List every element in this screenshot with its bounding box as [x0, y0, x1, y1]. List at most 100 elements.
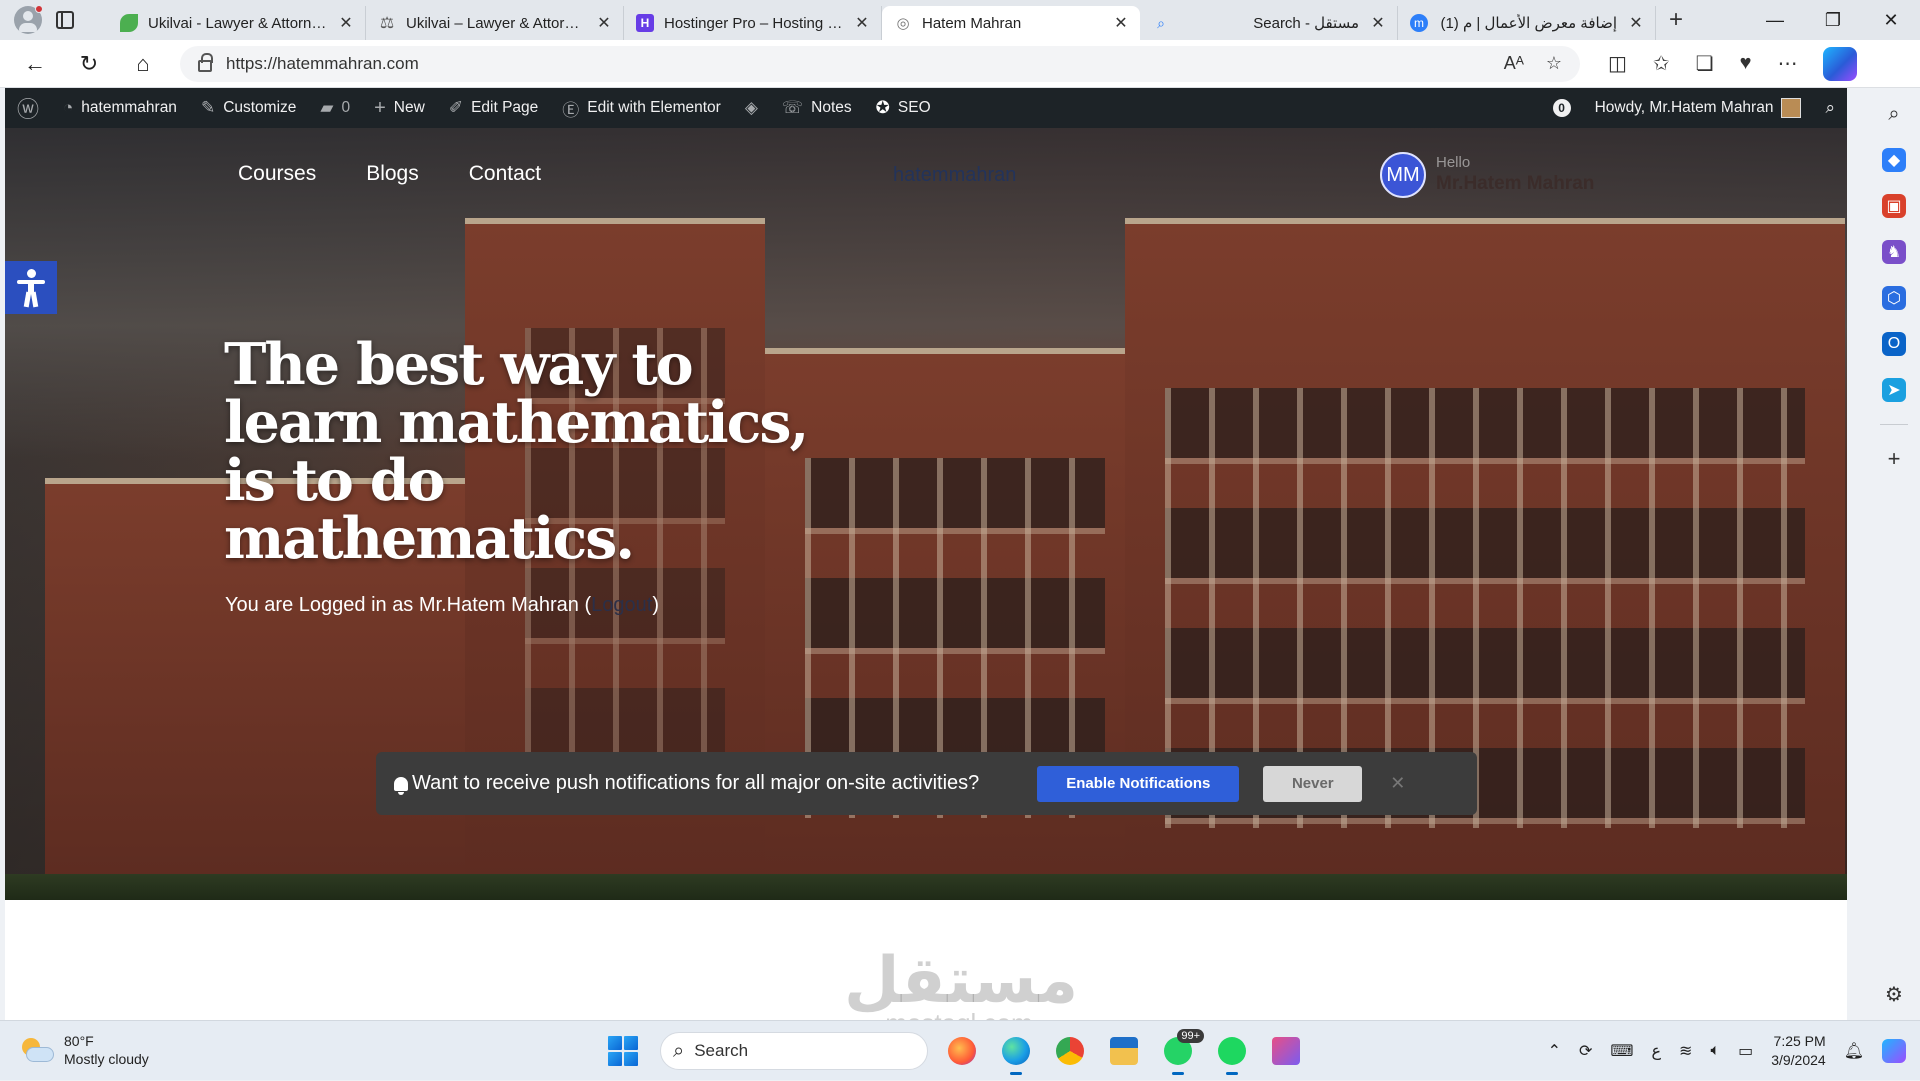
url-field[interactable]: https://hatemmahran.com Aᴬ ☆: [180, 45, 1580, 82]
home-button[interactable]: ⌂: [122, 46, 164, 82]
battery-icon[interactable]: ▭: [1738, 1041, 1753, 1061]
close-icon[interactable]: ✕: [1369, 13, 1387, 33]
taskbar-search[interactable]: ⌕ Search: [660, 1032, 928, 1070]
copilot-taskbar-icon[interactable]: [1882, 1039, 1906, 1063]
profile-icon[interactable]: [14, 5, 43, 34]
tools-icon[interactable]: ▣: [1882, 194, 1906, 218]
hostinger-icon: H: [636, 14, 654, 32]
admin-search-button[interactable]: ⌕: [1813, 88, 1847, 128]
favorites-icon[interactable]: ✩: [1653, 51, 1670, 76]
ime-indicator[interactable]: ع: [1652, 1041, 1662, 1061]
browser-essentials-icon[interactable]: ♥: [1740, 52, 1752, 75]
site-brand[interactable]: hatemmahran: [893, 164, 1016, 187]
search-icon[interactable]: ⌕: [1882, 102, 1906, 126]
start-icon[interactable]: [608, 1036, 638, 1066]
close-icon[interactable]: ✕: [1112, 13, 1130, 33]
weather-temp: 80°F: [64, 1033, 94, 1049]
nav-courses[interactable]: Courses: [238, 162, 316, 186]
spotify-icon[interactable]: [1212, 1031, 1252, 1075]
file-explorer-icon[interactable]: [1104, 1031, 1144, 1071]
favorite-star-icon[interactable]: ☆: [1546, 53, 1562, 74]
account-button[interactable]: Howdy, Mr.Hatem Mahran: [1583, 88, 1814, 128]
user-chip[interactable]: MM Hello Mr.Hatem Mahran: [1380, 152, 1594, 198]
volume-icon[interactable]: 🔈︎: [1710, 1042, 1720, 1060]
games-icon[interactable]: ♞: [1882, 240, 1906, 264]
diamond-icon: ◈: [744, 98, 758, 117]
site-name-button[interactable]: ◔ hatemmahran: [51, 88, 189, 128]
clock[interactable]: 7:25 PM 3/9/2024: [1771, 1032, 1826, 1070]
url-actions: Aᴬ ☆: [1504, 53, 1562, 74]
accessibility-button[interactable]: [5, 261, 57, 314]
close-icon[interactable]: ✕: [337, 13, 355, 33]
restore-button[interactable]: ❐: [1804, 10, 1862, 31]
close-window-button[interactable]: ✕: [1862, 10, 1920, 31]
url-text[interactable]: https://hatemmahran.com: [226, 54, 1490, 74]
enable-notifications-button[interactable]: Enable Notifications: [1037, 765, 1240, 802]
wifi-icon[interactable]: ≋: [1679, 1041, 1692, 1061]
edit-elementor-button[interactable]: Ⓔ Edit with Elementor: [550, 88, 733, 128]
notes-label: Notes: [811, 99, 852, 116]
new-label: New: [393, 99, 425, 116]
edge-sidebar: ⌕ ◆ ▣ ♞ ⬡ O ➤ + ⚙: [1868, 88, 1920, 1020]
refresh-button[interactable]: ↻: [68, 46, 110, 82]
m365-icon[interactable]: ⬡: [1882, 286, 1906, 310]
collections-icon[interactable]: ❏: [1696, 51, 1714, 76]
seo-button[interactable]: ✪ SEO: [864, 88, 943, 128]
notes-button[interactable]: ☏ Notes: [770, 88, 864, 128]
whatsapp-icon[interactable]: 99+: [1158, 1029, 1204, 1075]
settings-icon[interactable]: ⚙: [1882, 982, 1906, 1006]
outlook-icon[interactable]: O: [1882, 332, 1906, 356]
updates-button[interactable]: 0: [1541, 88, 1583, 128]
tab-mostaql-portfolio[interactable]: m (1) إضافة معرض الأعمال | م ✕: [1398, 6, 1656, 40]
comments-count: 0: [341, 99, 351, 116]
back-button[interactable]: ←: [14, 46, 56, 82]
notifications-bell-icon[interactable]: 🔔︎: [1844, 1041, 1864, 1061]
add-icon[interactable]: +: [1882, 446, 1906, 471]
windows-taskbar: 80°F Mostly cloudy ⌕ Search 99+ ⌃ ⟳ ⌨ ع …: [0, 1020, 1920, 1080]
close-icon[interactable]: ✕: [853, 13, 871, 33]
sync-icon[interactable]: ⟳: [1579, 1041, 1592, 1061]
tab-title: Hostinger Pro – Hosting for: [664, 14, 843, 32]
read-aloud-icon[interactable]: Aᴬ: [1504, 53, 1524, 74]
tab-actions-icon[interactable]: [56, 11, 74, 29]
edit-page-button[interactable]: ✐ Edit Page: [437, 88, 550, 128]
weather-widget[interactable]: 80°F Mostly cloudy: [0, 1033, 300, 1068]
close-icon[interactable]: ✕: [595, 13, 613, 33]
copilot-icon[interactable]: [1823, 46, 1858, 81]
tab-hostinger[interactable]: H Hostinger Pro – Hosting for ✕: [624, 6, 882, 40]
tab-mostaql-search[interactable]: ⌕ Search - مستقل ✕: [1140, 6, 1398, 40]
tab-ukilvai-2[interactable]: ⚖ Ukilvai – Lawyer & Attorney ✕: [366, 6, 624, 40]
comments-button[interactable]: ▰ 0: [308, 88, 362, 128]
wp-logo-button[interactable]: ⓦ: [5, 88, 51, 128]
chevron-up-icon[interactable]: ⌃: [1548, 1041, 1561, 1061]
new-content-button[interactable]: + New: [362, 88, 437, 128]
close-icon[interactable]: ✕: [1390, 773, 1405, 794]
weather-desc: Mostly cloudy: [64, 1050, 149, 1067]
minimize-button[interactable]: —: [1746, 10, 1804, 31]
edge-icon[interactable]: [996, 1031, 1036, 1075]
tab-ukilvai-1[interactable]: Ukilvai - Lawyer & Attorney ✕: [108, 6, 366, 40]
keyboard-icon[interactable]: ⌨: [1610, 1041, 1633, 1061]
drop-icon[interactable]: ➤: [1882, 378, 1906, 402]
nav-contact[interactable]: Contact: [469, 162, 541, 186]
new-tab-button[interactable]: +: [1656, 6, 1696, 34]
tab-hatem-mahran[interactable]: ◎ Hatem Mahran ✕: [882, 6, 1140, 40]
firefox-icon[interactable]: [942, 1031, 982, 1071]
shopping-tag-icon[interactable]: ◆: [1882, 148, 1906, 172]
nav-blogs[interactable]: Blogs: [366, 162, 419, 186]
never-button[interactable]: Never: [1263, 765, 1363, 802]
hero-lawn: [5, 874, 1847, 900]
notification-dot: [35, 5, 43, 13]
chrome-icon[interactable]: [1050, 1031, 1090, 1071]
logout-link[interactable]: Logout: [591, 594, 652, 616]
address-bar-row: ← ↻ ⌂ https://hatemmahran.com Aᴬ ☆ ◫ ✩ ❏…: [0, 40, 1920, 88]
tab-title: (1) إضافة معرض الأعمال | م: [1440, 15, 1617, 32]
split-screen-icon[interactable]: ◫: [1608, 51, 1627, 76]
clock-date: 3/9/2024: [1771, 1052, 1826, 1068]
lock-icon[interactable]: [198, 52, 213, 72]
customize-button[interactable]: ✎ Customize: [189, 88, 308, 128]
diamond-button[interactable]: ◈: [733, 88, 770, 128]
more-menu-icon[interactable]: ⋯: [1777, 51, 1797, 76]
close-icon[interactable]: ✕: [1627, 13, 1645, 33]
snipping-tool-icon[interactable]: [1266, 1031, 1306, 1071]
